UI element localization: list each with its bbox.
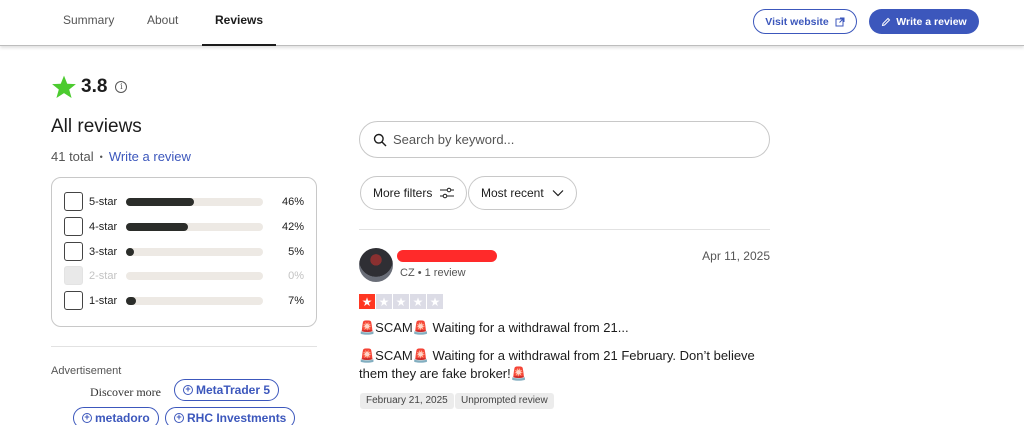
rating-percent: 5% — [288, 245, 304, 258]
experience-date-tag: February 21, 2025 — [360, 393, 454, 409]
rating-bar-track — [126, 271, 263, 280]
rating-percent: 7% — [288, 294, 304, 307]
pencil-icon — [882, 17, 891, 26]
rating-filter-3-star[interactable]: 3-star 5% — [64, 242, 304, 261]
rating-bar-fill — [126, 222, 189, 231]
review-date: Apr 11, 2025 — [702, 249, 770, 263]
search-icon — [373, 133, 387, 146]
total-count: 41 total — [51, 149, 94, 164]
rating-value: 3.8 — [81, 76, 108, 97]
filter-sliders-icon — [440, 187, 455, 199]
reviewer-meta: CZ • 1 review — [400, 267, 466, 279]
more-filters-button[interactable]: More filters — [360, 176, 468, 210]
sort-dropdown[interactable]: Most recent — [468, 176, 577, 210]
overall-rating: 3.8 i — [51, 74, 128, 100]
rating-percent: 0% — [288, 269, 304, 282]
ad-chip-label: metadoro — [95, 411, 150, 425]
review-star-icon: ★ — [410, 294, 426, 309]
search-input[interactable] — [393, 132, 753, 147]
review-totals: 41 total • Write a review — [51, 149, 191, 164]
write-review-button[interactable]: Write a review — [869, 9, 979, 34]
sort-label: Most recent — [481, 186, 544, 200]
rating-label: 5-star — [89, 195, 118, 208]
all-reviews-heading: All reviews — [51, 116, 142, 137]
advertisement-label: Advertisement — [51, 365, 122, 377]
plus-circle-icon: + — [183, 385, 193, 395]
rating-filter-4-star[interactable]: 4-star 42% — [64, 217, 304, 236]
rating-bar-fill — [126, 247, 134, 256]
ad-chip-rhc-investments[interactable]: + RHC Investments — [165, 407, 296, 425]
search-bar[interactable] — [359, 121, 770, 158]
tab-about[interactable]: About — [147, 0, 178, 46]
rating-bar-fill — [126, 197, 195, 206]
write-review-label: Write a review — [896, 15, 967, 28]
rating-checkbox[interactable] — [64, 291, 83, 310]
plus-circle-icon: + — [174, 413, 184, 423]
rating-checkbox[interactable] — [64, 217, 83, 236]
rating-distribution: 5-star 46% 4-star 42% 3-star 5% 2-star 0% 1-star… — [51, 177, 317, 327]
plus-circle-icon: + — [82, 413, 92, 423]
discover-more-text: Discover more — [90, 385, 161, 399]
tab-summary[interactable]: Summary — [63, 0, 114, 46]
review-star-icon: ★ — [376, 294, 392, 309]
info-icon[interactable]: i — [115, 81, 128, 93]
visit-website-label: Visit website — [765, 15, 829, 28]
chevron-down-icon — [552, 190, 564, 197]
rating-bar-fill — [126, 296, 137, 305]
ad-chip-label: RHC Investments — [187, 411, 287, 425]
review-star-icon: ★ — [359, 294, 375, 309]
rating-filter-1-star[interactable]: 1-star 7% — [64, 291, 304, 310]
ad-chip-metatrader-5[interactable]: + MetaTrader 5 — [174, 379, 280, 401]
rating-checkbox[interactable] — [64, 192, 83, 211]
ad-chip-label: MetaTrader 5 — [196, 383, 271, 397]
avatar[interactable] — [359, 248, 393, 282]
external-link-icon — [835, 17, 845, 26]
ad-chip-metadoro[interactable]: + metadoro — [73, 407, 159, 425]
write-review-link[interactable]: Write a review — [109, 149, 191, 164]
rating-bar-track — [126, 296, 263, 305]
review-star-rating: ★ ★ ★ ★ ★ — [359, 294, 443, 309]
top-navigation: Summary About Reviews Visit website Writ… — [0, 0, 1024, 46]
rating-label: 3-star — [89, 245, 118, 258]
reviewer-name-redacted — [397, 250, 497, 262]
visit-website-button[interactable]: Visit website — [753, 9, 857, 34]
rating-checkbox — [64, 266, 83, 285]
rating-bar-track — [126, 247, 263, 256]
unprompted-review-tag: Unprompted review — [455, 393, 554, 409]
rating-filter-2-star: 2-star 0% — [64, 266, 304, 285]
rating-label: 2-star — [89, 269, 118, 282]
rating-bar-track — [126, 222, 263, 231]
rating-percent: 46% — [281, 195, 304, 208]
separator-dot: • — [99, 151, 103, 162]
review-body: 🚨SCAM🚨 Waiting for a withdrawal from 21 … — [359, 348, 755, 381]
rating-checkbox[interactable] — [64, 242, 83, 261]
review-star-icon: ★ — [427, 294, 443, 309]
review-title[interactable]: 🚨SCAM🚨 Waiting for a withdrawal from 21.… — [359, 320, 629, 336]
rating-filter-5-star[interactable]: 5-star 46% — [64, 192, 304, 211]
divider — [51, 346, 317, 347]
tab-reviews[interactable]: Reviews — [201, 0, 277, 46]
star-icon — [52, 75, 76, 99]
rating-label: 4-star — [89, 220, 118, 233]
review-star-icon: ★ — [393, 294, 409, 309]
rating-label: 1-star — [89, 294, 118, 307]
rating-bar-track — [126, 197, 263, 206]
divider — [359, 229, 770, 230]
more-filters-label: More filters — [373, 186, 433, 200]
rating-percent: 42% — [281, 220, 304, 233]
